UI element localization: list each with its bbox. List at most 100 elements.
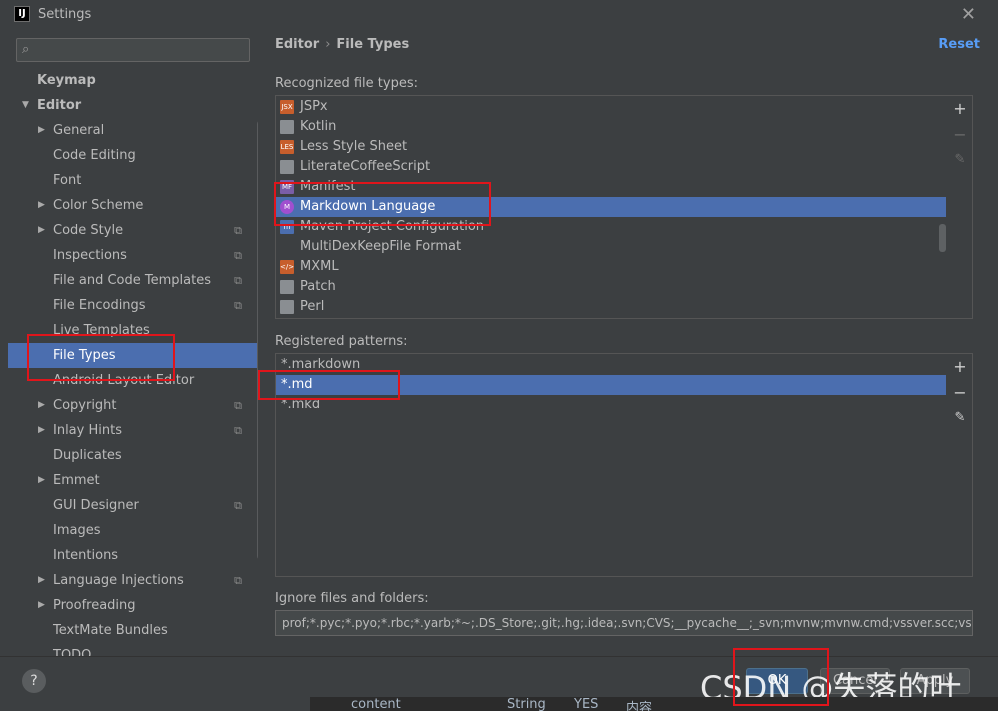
sidebar-item-label: TODO (53, 648, 92, 656)
sidebar-item-label: Android Layout Editor (53, 373, 195, 388)
bg-cell: content (351, 697, 401, 711)
breadcrumb-parent: Editor (275, 37, 320, 52)
help-button[interactable]: ? (22, 669, 46, 693)
sidebar-item-font[interactable]: Font (8, 168, 258, 193)
expanded-arrow-icon[interactable]: ▼ (22, 93, 29, 118)
collapsed-arrow-icon[interactable]: ▶ (38, 418, 45, 443)
file-type-row[interactable]: JSX JSPx (276, 97, 946, 117)
sidebar-item-label: File and Code Templates (53, 273, 211, 288)
file-type-label: Maven Project Configuration (300, 219, 485, 234)
sidebar-item-label: General (53, 123, 105, 138)
sidebar-item-file-types[interactable]: File Types (8, 343, 258, 368)
generic-file-icon (280, 120, 294, 134)
collapsed-arrow-icon[interactable]: ▶ (38, 393, 45, 418)
patterns-toolbar: + − ✎ (946, 354, 972, 576)
collapsed-arrow-icon[interactable]: ▶ (38, 218, 45, 243)
file-type-row[interactable]: Kotlin (276, 117, 946, 137)
file-types-scrollbar[interactable] (939, 224, 946, 252)
generic-file-icon (280, 280, 294, 294)
ignore-files-input[interactable]: prof;*.pyc;*.pyo;*.rbc;*.yarb;*~;.DS_Sto… (275, 610, 973, 636)
sidebar-item-label: Code Editing (53, 148, 136, 163)
edit-pattern-icon[interactable]: ✎ (951, 409, 969, 427)
sidebar-item-inlay-hints[interactable]: ▶ Inlay Hints ⧉ (8, 418, 258, 443)
sidebar-item-android-layout-editor[interactable]: Android Layout Editor (8, 368, 258, 393)
settings-sidebar: ⌕ Keymap ▼ Editor ▶ General Code Editing Font ▶… (8, 30, 258, 656)
file-type-label: MXML (300, 259, 339, 274)
sidebar-item-label: GUI Designer (53, 498, 139, 513)
sidebar-item-color-scheme[interactable]: ▶ Color Scheme (8, 193, 258, 218)
background-editor-strip: content String YES 内容 (310, 697, 998, 711)
remove-pattern-icon[interactable]: − (951, 384, 969, 402)
collapsed-arrow-icon[interactable]: ▶ (38, 118, 45, 143)
collapsed-arrow-icon[interactable]: ▶ (38, 468, 45, 493)
file-type-row[interactable]: LES Less Style Sheet (276, 137, 946, 157)
pattern-row[interactable]: *.markdown (276, 355, 946, 375)
file-type-row[interactable]: Perl (276, 297, 946, 317)
sidebar-item-editor[interactable]: ▼ Editor (8, 93, 258, 118)
sidebar-item-copyright[interactable]: ▶ Copyright ⧉ (8, 393, 258, 418)
sidebar-item-label: Emmet (53, 473, 100, 488)
pattern-label: *.md (281, 377, 313, 392)
sidebar-item-label: Duplicates (53, 448, 122, 463)
pattern-label: *.mkd (281, 397, 321, 412)
bg-cell: String (507, 697, 546, 711)
project-scope-icon: ⧉ (234, 249, 242, 262)
patterns-rows: *.markdown *.md *.mkd (276, 355, 946, 576)
settings-search-input[interactable]: ⌕ (16, 38, 250, 62)
pattern-row[interactable]: *.md (276, 375, 946, 395)
file-type-row[interactable]: MultiDexKeepFile Format (276, 237, 946, 257)
file-type-label: Patch (300, 279, 336, 294)
less-file-icon: LES (280, 140, 294, 154)
sidebar-item-general[interactable]: ▶ General (8, 118, 258, 143)
collapsed-arrow-icon[interactable]: ▶ (38, 193, 45, 218)
sidebar-item-duplicates[interactable]: Duplicates (8, 443, 258, 468)
bg-cell: YES (574, 697, 599, 711)
collapsed-arrow-icon[interactable]: ▶ (38, 593, 45, 618)
pattern-row[interactable]: *.mkd (276, 395, 946, 415)
collapsed-arrow-icon[interactable]: ▶ (38, 568, 45, 593)
sidebar-item-images[interactable]: Images (8, 518, 258, 543)
sidebar-item-proofreading[interactable]: ▶ Proofreading (8, 593, 258, 618)
sidebar-item-textmate-bundles[interactable]: TextMate Bundles (8, 618, 258, 643)
pattern-label: *.markdown (281, 357, 361, 372)
reset-link[interactable]: Reset (938, 37, 980, 52)
recognized-file-types-label: Recognized file types: (275, 76, 418, 91)
file-type-row[interactable]: Patch (276, 277, 946, 297)
ignore-files-label: Ignore files and folders: (275, 591, 429, 606)
sidebar-item-live-templates[interactable]: Live Templates (8, 318, 258, 343)
file-type-label: Less Style Sheet (300, 139, 408, 154)
sidebar-item-label: File Types (53, 348, 116, 363)
breadcrumb-separator: › (325, 37, 331, 52)
file-type-row[interactable]: M Markdown Language (276, 197, 946, 217)
sidebar-item-file-encodings[interactable]: File Encodings ⧉ (8, 293, 258, 318)
remove-file-type-icon[interactable]: − (951, 126, 969, 144)
add-file-type-icon[interactable]: + (951, 100, 969, 118)
maven-file-icon: m (280, 220, 294, 234)
sidebar-item-keymap[interactable]: Keymap (8, 68, 258, 93)
sidebar-item-todo[interactable]: TODO (8, 643, 258, 656)
close-icon[interactable]: ✕ (961, 4, 976, 25)
markdown-file-icon: M (280, 200, 294, 214)
manifest-file-icon: MF (280, 180, 294, 194)
sidebar-item-code-editing[interactable]: Code Editing (8, 143, 258, 168)
generic-file-icon (280, 300, 294, 314)
sidebar-item-inspections[interactable]: Inspections ⧉ (8, 243, 258, 268)
file-type-row[interactable]: </> MXML (276, 257, 946, 277)
file-type-row[interactable]: MF Manifest (276, 177, 946, 197)
sidebar-item-label: Intentions (53, 548, 119, 563)
sidebar-item-file-and-code-templates[interactable]: File and Code Templates ⧉ (8, 268, 258, 293)
edit-file-type-icon[interactable]: ✎ (951, 151, 969, 169)
sidebar-item-emmet[interactable]: ▶ Emmet (8, 468, 258, 493)
sidebar-item-language-injections[interactable]: ▶ Language Injections ⧉ (8, 568, 258, 593)
file-type-label: Perl (300, 299, 325, 314)
sidebar-item-code-style[interactable]: ▶ Code Style ⧉ (8, 218, 258, 243)
sidebar-item-label: Proofreading (53, 598, 136, 613)
file-type-row[interactable]: LiterateCoffeeScript (276, 157, 946, 177)
add-pattern-icon[interactable]: + (951, 358, 969, 376)
sidebar-item-label: TextMate Bundles (53, 623, 168, 638)
sidebar-item-intentions[interactable]: Intentions (8, 543, 258, 568)
sidebar-item-label: Live Templates (53, 323, 150, 338)
sidebar-item-gui-designer[interactable]: GUI Designer ⧉ (8, 493, 258, 518)
file-type-label: Markdown Language (300, 199, 436, 214)
file-type-row[interactable]: m Maven Project Configuration (276, 217, 946, 237)
